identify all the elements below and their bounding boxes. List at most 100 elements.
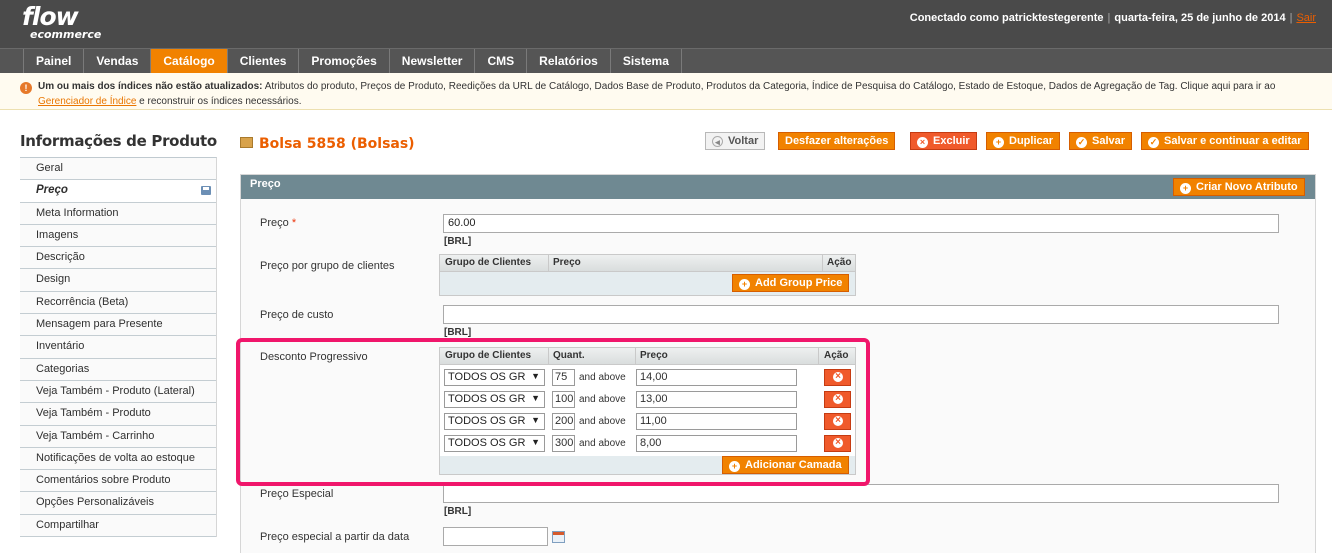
save-continue-button[interactable]: ✓ Salvar e continuar a editar: [1141, 132, 1309, 150]
tab-meta-information[interactable]: Meta Information: [20, 202, 216, 225]
nav-newsletter[interactable]: Newsletter: [390, 49, 476, 73]
add-group-price-label: Add Group Price: [755, 277, 843, 289]
tier-group-value: TODOS OS GR: [448, 437, 526, 449]
group-price-footer: + Add Group Price: [440, 272, 855, 295]
section-body: Preço * 60.00 [BRL] Preço por grupo de c…: [241, 199, 1315, 553]
group-price-label: Preço por grupo de clientes: [260, 260, 395, 272]
tab-preco[interactable]: Preço: [20, 180, 216, 203]
price-currency-note: [BRL]: [444, 236, 472, 247]
dropdown-arrow-icon: ▼: [531, 371, 540, 381]
tier-delete-button[interactable]: [824, 435, 851, 452]
tier-group-select[interactable]: TODOS OS GR ▼: [444, 369, 545, 386]
nav-sistema[interactable]: Sistema: [611, 49, 682, 73]
delete-button-label: Excluir: [933, 135, 970, 147]
cost-input[interactable]: [443, 305, 1279, 324]
group-price-grid: Grupo de Clientes Preço Ação + Add Group …: [439, 254, 856, 296]
calendar-icon[interactable]: [552, 531, 565, 543]
tab-design[interactable]: Design: [20, 269, 216, 292]
duplicate-button[interactable]: + Duplicar: [986, 132, 1061, 150]
tab-mensagem-presente[interactable]: Mensagem para Presente: [20, 314, 216, 337]
notice-text: Atributos do produto, Preços de Produto,…: [262, 81, 1276, 92]
back-button[interactable]: ◂ Voltar: [705, 132, 766, 150]
add-tier-button[interactable]: + Adicionar Camada: [722, 456, 849, 474]
plus-icon: +: [739, 279, 750, 290]
user-info: Conectado como patricktestegerente | quart…: [909, 12, 1316, 24]
arrow-left-icon: ◂: [712, 136, 723, 147]
main-nav: Painel Vendas Catálogo Clientes Promoçõe…: [0, 48, 1332, 73]
tier-price-footer: + Adicionar Camada: [440, 456, 855, 474]
tier-price-input[interactable]: 13,00: [636, 391, 797, 408]
tier-group-select[interactable]: TODOS OS GR ▼: [444, 435, 545, 452]
special-price-input[interactable]: [443, 484, 1279, 503]
tab-veja-tambem-lateral[interactable]: Veja Também - Produto (Lateral): [20, 380, 216, 404]
tab-imagens[interactable]: Imagens: [20, 224, 216, 248]
notice-bold: Um ou mais dos índices não estão atualiz…: [38, 81, 263, 92]
tab-notificacoes-estoque[interactable]: Notificações de volta ao estoque: [20, 447, 216, 471]
special-price-label: Preço Especial: [260, 488, 334, 500]
tier-qty-input[interactable]: 75: [552, 369, 575, 386]
save-button[interactable]: ✓ Salvar: [1069, 132, 1133, 150]
tier-price-header: Grupo de Clientes Quant. Preço Ação: [440, 348, 855, 365]
tab-opcoes-personalizaveis[interactable]: Opções Personalizáveis: [20, 492, 216, 515]
notice-after: e reconstruir os índices necessários.: [136, 96, 302, 107]
tier-delete-button[interactable]: [824, 413, 851, 430]
tier-qty-input[interactable]: 100: [552, 391, 575, 408]
tab-comentarios[interactable]: Comentários sobre Produto: [20, 470, 216, 493]
special-currency-note: [BRL]: [444, 506, 472, 517]
tier-delete-button[interactable]: [824, 369, 851, 386]
logged-user: Conectado como patricktestegerente: [909, 12, 1104, 24]
col-grupo-clientes: Grupo de Clientes: [445, 257, 532, 268]
plus-icon: +: [729, 461, 740, 472]
nav-catalogo[interactable]: Catálogo: [151, 49, 228, 73]
create-attribute-label: Criar Novo Atributo: [1196, 181, 1298, 193]
price-label-text: Preço: [260, 217, 289, 229]
nav-cms[interactable]: CMS: [475, 49, 528, 73]
delete-button[interactable]: × Excluir: [910, 132, 977, 150]
logo-bottom: ecommerce: [30, 28, 102, 41]
sidebar-title: Informações de Produto: [20, 132, 217, 150]
nav-promocoes[interactable]: Promoções: [299, 49, 390, 73]
tab-geral[interactable]: Geral: [20, 158, 216, 181]
and-above-text: and above: [579, 416, 626, 427]
delete-icon: ×: [917, 137, 928, 148]
tab-veja-tambem-produto[interactable]: Veja Também - Produto: [20, 403, 216, 426]
tier-group-value: TODOS OS GR: [448, 415, 526, 427]
col-grupo-clientes: Grupo de Clientes: [445, 350, 532, 361]
tier-group-select[interactable]: TODOS OS GR ▼: [444, 413, 545, 430]
tier-group-select[interactable]: TODOS OS GR ▼: [444, 391, 545, 408]
product-box-icon: [240, 137, 253, 148]
tab-veja-tambem-carrinho[interactable]: Veja Também - Carrinho: [20, 425, 216, 448]
special-from-date-input[interactable]: [443, 527, 548, 546]
reset-button[interactable]: Desfazer alterações: [778, 132, 896, 150]
add-group-price-button[interactable]: + Add Group Price: [732, 274, 850, 292]
logo-top: flow: [22, 2, 79, 31]
section-header: Preço + Criar Novo Atributo: [241, 175, 1315, 199]
nav-painel[interactable]: Painel: [23, 49, 85, 73]
logo[interactable]: flow ecommerce: [22, 4, 101, 40]
tab-categorias[interactable]: Categorias: [20, 358, 216, 381]
create-attribute-button[interactable]: + Criar Novo Atributo: [1173, 178, 1305, 196]
tier-qty-input[interactable]: 200: [552, 413, 575, 430]
price-input[interactable]: 60.00: [443, 214, 1279, 233]
tab-preco-label: Preço: [36, 184, 68, 197]
and-above-text: and above: [579, 394, 626, 405]
tier-group-value: TODOS OS GR: [448, 371, 526, 383]
tab-inventario[interactable]: Inventário: [20, 336, 216, 359]
tier-delete-button[interactable]: [824, 391, 851, 408]
tab-descricao[interactable]: Descrição: [20, 247, 216, 270]
index-manager-link[interactable]: Gerenciador de Índice: [38, 96, 136, 107]
page-title-text: Bolsa 5858 (Bolsas): [259, 136, 415, 152]
tab-recorrencia[interactable]: Recorrência (Beta): [20, 291, 216, 315]
nav-relatorios[interactable]: Relatórios: [527, 49, 611, 73]
tier-price-input[interactable]: 8,00: [636, 435, 797, 452]
logout-link[interactable]: Sair: [1296, 12, 1316, 24]
col-quant: Quant.: [553, 350, 585, 361]
tier-price-input[interactable]: 14,00: [636, 369, 797, 386]
nav-clientes[interactable]: Clientes: [228, 49, 300, 73]
tier-qty-input[interactable]: 300: [552, 435, 575, 452]
nav-vendas[interactable]: Vendas: [84, 49, 152, 73]
check-icon: ✓: [1148, 137, 1159, 148]
tier-price-input[interactable]: 11,00: [636, 413, 797, 430]
tab-compartilhar[interactable]: Compartilhar: [20, 514, 216, 538]
save-continue-button-label: Salvar e continuar a editar: [1164, 135, 1302, 147]
